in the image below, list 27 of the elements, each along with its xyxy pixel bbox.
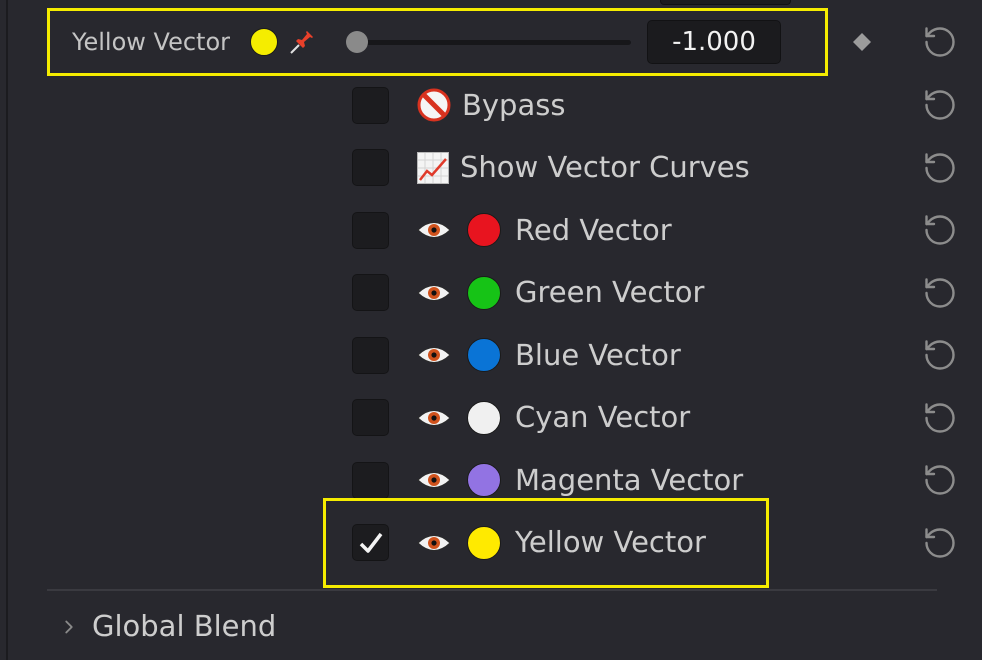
checkmark-icon bbox=[358, 532, 382, 554]
checkbox[interactable] bbox=[352, 462, 389, 499]
checkbox[interactable] bbox=[352, 399, 389, 436]
value-field[interactable]: -1.000 bbox=[647, 20, 781, 64]
option-label: Green Vector bbox=[515, 274, 704, 311]
option-label: Magenta Vector bbox=[515, 462, 744, 498]
option-label: Blue Vector bbox=[515, 336, 681, 374]
checkbox[interactable] bbox=[352, 212, 389, 249]
option-label: Show Vector Curves bbox=[460, 149, 750, 186]
checkbox[interactable] bbox=[352, 336, 389, 374]
keyframe-diamond-icon[interactable] bbox=[852, 32, 872, 52]
section-header[interactable]: Global Blend bbox=[58, 605, 276, 648]
option-label: Cyan Vector bbox=[515, 399, 690, 436]
slider-track[interactable] bbox=[346, 31, 631, 53]
prohibited-icon bbox=[417, 88, 451, 122]
option-label: Bypass bbox=[462, 86, 566, 124]
value-field[interactable] bbox=[660, 0, 791, 5]
option-label: Yellow Vector bbox=[515, 524, 706, 561]
option-label: Red Vector bbox=[515, 212, 672, 248]
checkbox[interactable] bbox=[352, 274, 389, 312]
line-chart-icon bbox=[417, 152, 449, 184]
pin-icon[interactable] bbox=[288, 28, 316, 56]
parameter-label: Yellow Vector bbox=[72, 27, 230, 58]
checkbox[interactable] bbox=[352, 524, 389, 562]
slider-thumb[interactable] bbox=[346, 31, 368, 53]
checkbox[interactable] bbox=[352, 86, 389, 124]
checkbox[interactable] bbox=[352, 149, 389, 186]
